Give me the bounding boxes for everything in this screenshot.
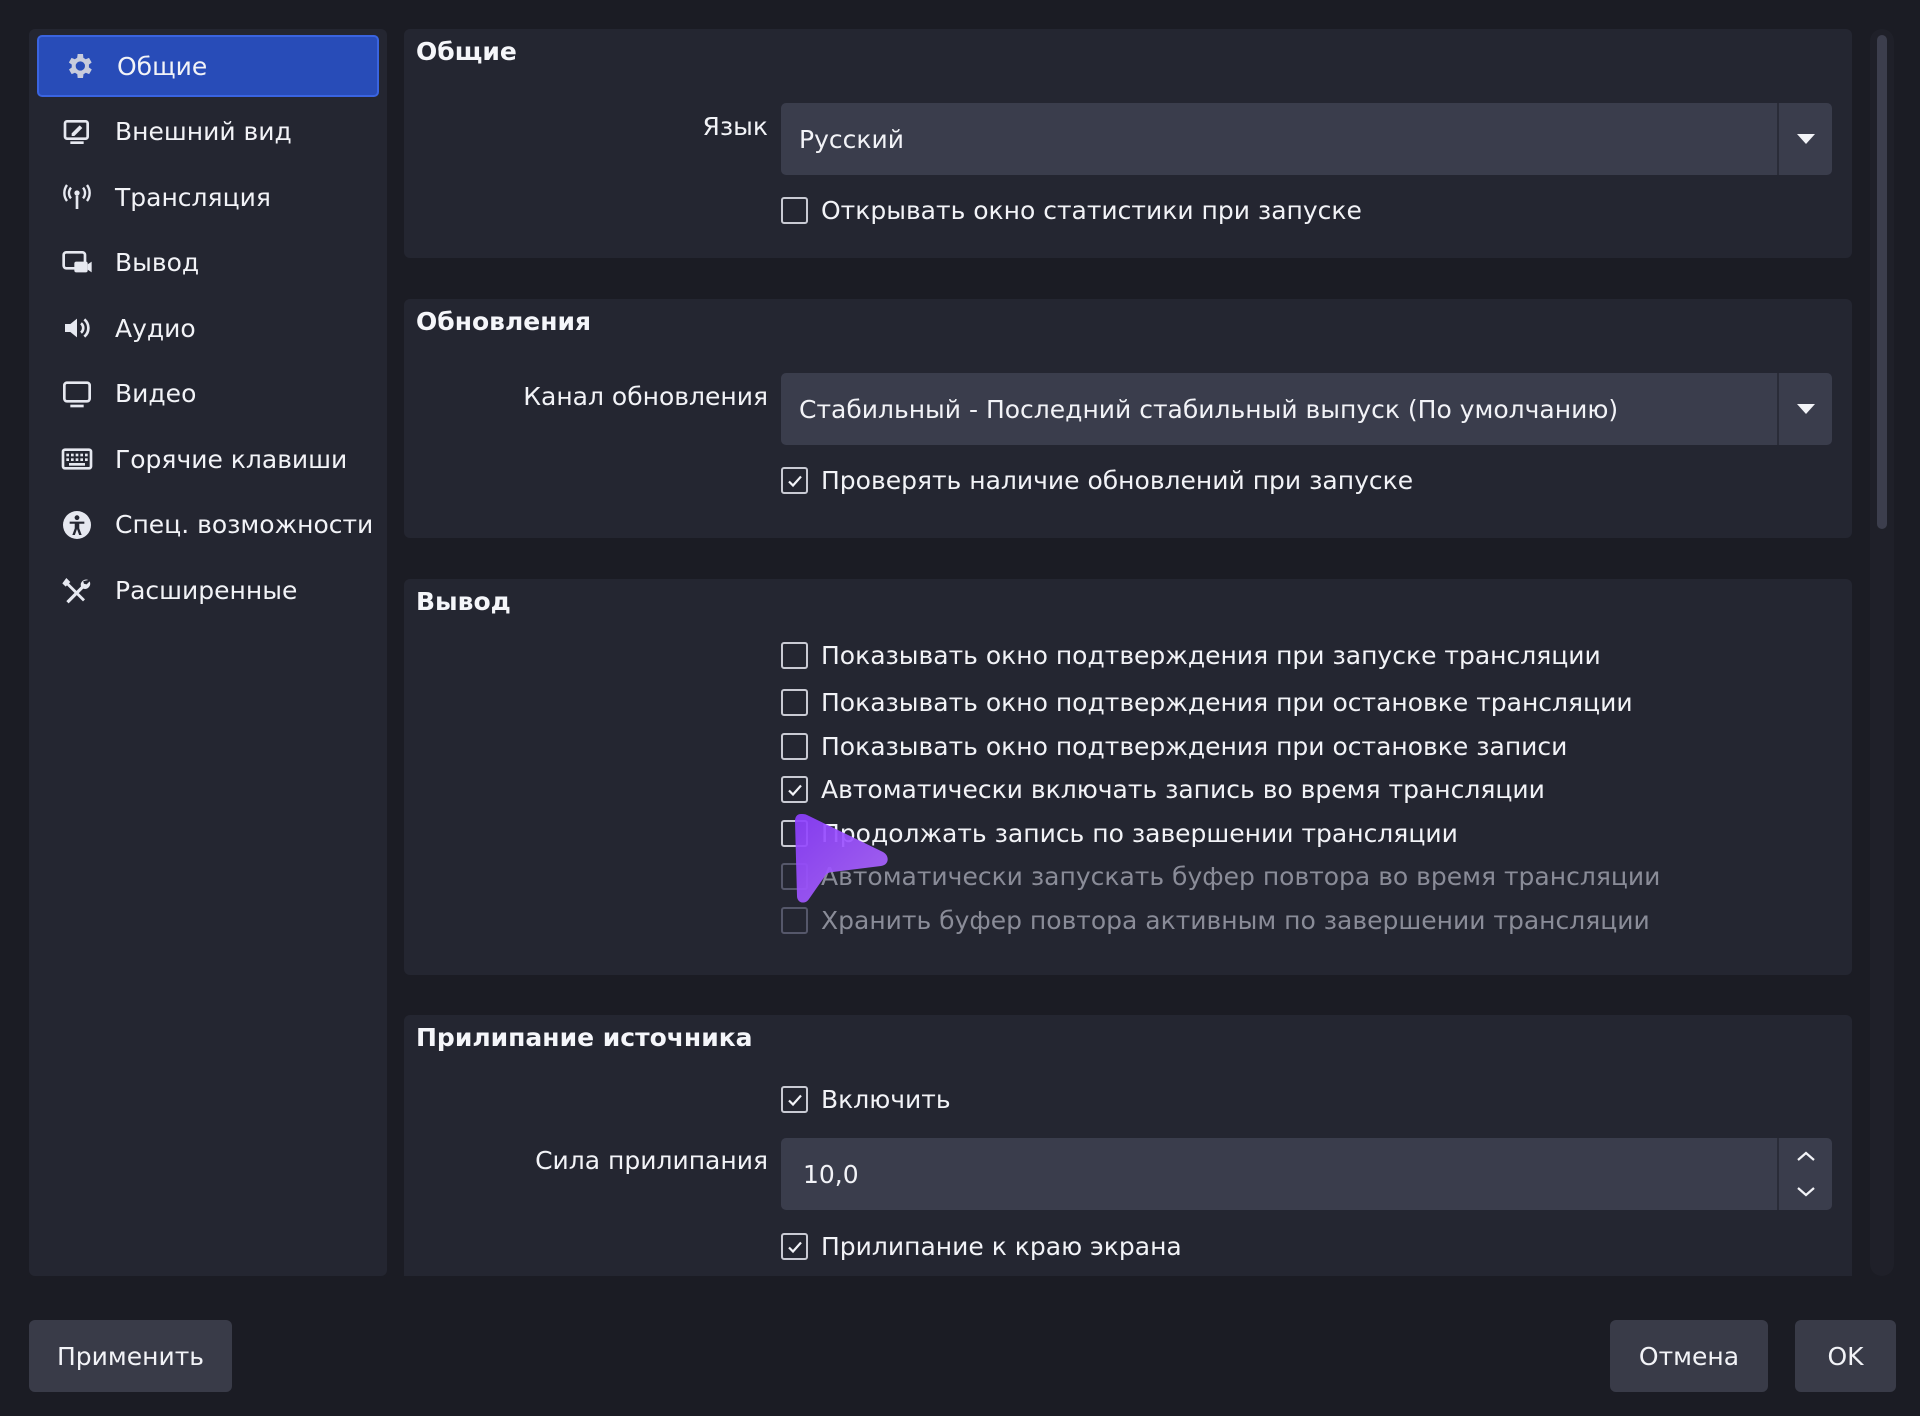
snapping-enable-option[interactable]: Включить <box>781 1085 951 1114</box>
stats-on-start-option[interactable]: Открывать окно статистики при запуске <box>781 196 1362 225</box>
option-label: Включить <box>821 1085 951 1114</box>
option-label: Прилипание к краю экрана <box>821 1232 1182 1261</box>
ok-button[interactable]: OK <box>1795 1320 1896 1392</box>
update-channel-select[interactable]: Стабильный - Последний стабильный выпуск… <box>781 373 1832 445</box>
checkbox[interactable] <box>781 733 808 760</box>
checkbox[interactable] <box>781 820 808 847</box>
sidebar-item-output[interactable]: Вывод <box>37 232 379 294</box>
sidebar-item-general[interactable]: Общие <box>37 35 379 97</box>
option-label: Открывать окно статистики при запуске <box>821 196 1362 225</box>
chevron-up-icon[interactable] <box>1779 1138 1832 1174</box>
tools-icon <box>59 572 95 608</box>
check-updates-option[interactable]: Проверять наличие обновлений при запуске <box>781 466 1413 495</box>
dropdown-arrow-icon[interactable] <box>1777 373 1832 445</box>
option-label: Автоматически включать запись во время т… <box>821 775 1545 804</box>
apply-button[interactable]: Применить <box>29 1320 232 1392</box>
sidebar-item-accessibility[interactable]: Спец. возможности <box>37 494 379 556</box>
checkbox[interactable] <box>781 1086 808 1113</box>
checkmark-icon <box>787 784 802 796</box>
section-general: Общие Язык Русский Открывать окно статис… <box>404 29 1852 258</box>
section-updates: Обновления Канал обновления Стабильный -… <box>404 299 1852 538</box>
option-label: Продолжать запись по завершении трансляц… <box>821 819 1458 848</box>
checkbox[interactable] <box>781 467 808 494</box>
appearance-icon <box>59 114 95 150</box>
language-label: Язык <box>702 112 768 141</box>
spin-buttons <box>1777 1138 1832 1210</box>
sidebar-item-label: Горячие клавиши <box>115 444 348 474</box>
sidebar-item-label: Внешний вид <box>115 117 292 146</box>
broadcast-icon <box>59 179 95 215</box>
auto-replay-buffer-option: Автоматически запускать буфер повтора во… <box>781 862 1660 891</box>
gear-icon <box>61 48 97 84</box>
section-source-snapping: Прилипание источника Включить Сила прили… <box>404 1015 1852 1276</box>
update-channel-value: Стабильный - Последний стабильный выпуск… <box>799 394 1619 424</box>
accessibility-icon <box>59 507 95 543</box>
sidebar-item-audio[interactable]: Аудио <box>37 297 379 359</box>
section-title: Вывод <box>416 587 511 616</box>
sidebar-item-label: Видео <box>115 379 197 408</box>
keep-recording-option[interactable]: Продолжать запись по завершении трансляц… <box>781 819 1458 848</box>
snap-strength-value[interactable]: 10,0 <box>781 1160 1777 1189</box>
section-title: Общие <box>416 37 517 66</box>
auto-record-option[interactable]: Автоматически включать запись во время т… <box>781 775 1545 804</box>
sidebar-item-video[interactable]: Видео <box>37 363 379 425</box>
dropdown-arrow-icon[interactable] <box>1777 103 1832 175</box>
vertical-scrollbar[interactable] <box>1870 29 1894 1276</box>
sidebar-item-label: Общие <box>117 51 208 81</box>
section-title: Прилипание источника <box>416 1023 753 1052</box>
snap-strength-label: Сила прилипания <box>535 1146 768 1175</box>
cancel-button[interactable]: Отмена <box>1610 1320 1768 1392</box>
checkbox[interactable] <box>781 689 808 716</box>
checkmark-icon <box>787 1094 802 1106</box>
sidebar-item-label: Спец. возможности <box>115 510 374 539</box>
keyboard-icon <box>59 441 95 477</box>
keep-replay-buffer-option: Хранить буфер повтора активным по заверш… <box>781 906 1650 935</box>
sidebar-item-label: Аудио <box>115 313 196 343</box>
option-label: Показывать окно подтверждения при остано… <box>821 732 1568 761</box>
language-value: Русский <box>799 124 904 154</box>
option-label: Показывать окно подтверждения при запуск… <box>821 641 1601 670</box>
section-output: Вывод Показывать окно подтверждения при … <box>404 579 1852 975</box>
checkmark-icon <box>787 1241 802 1253</box>
option-label: Автоматически запускать буфер повтора во… <box>821 862 1661 891</box>
checkbox[interactable] <box>781 642 808 669</box>
confirm-record-stop-option[interactable]: Показывать окно подтверждения при остано… <box>781 732 1567 761</box>
settings-content: Общие Язык Русский Открывать окно статис… <box>404 29 1856 1276</box>
sidebar-item-stream[interactable]: Трансляция <box>37 166 379 228</box>
sidebar-item-label: Трансляция <box>115 182 271 212</box>
sidebar-item-hotkeys[interactable]: Горячие клавиши <box>37 428 379 490</box>
speaker-icon <box>59 310 95 346</box>
confirm-stream-stop-option[interactable]: Показывать окно подтверждения при остано… <box>781 688 1633 717</box>
sidebar-item-advanced[interactable]: Расширенные <box>37 559 379 621</box>
chevron-down-icon[interactable] <box>1779 1174 1832 1210</box>
confirm-stream-start-option[interactable]: Показывать окно подтверждения при запуск… <box>781 641 1601 670</box>
sidebar-item-appearance[interactable]: Внешний вид <box>37 101 379 163</box>
option-label: Проверять наличие обновлений при запуске <box>821 466 1414 495</box>
settings-sidebar: Общие Внешний вид Трансляция Вывод Аудио… <box>29 29 387 1276</box>
sidebar-item-label: Расширенные <box>115 575 298 605</box>
checkbox[interactable] <box>781 776 808 803</box>
snap-screen-edge-option[interactable]: Прилипание к краю экрана <box>781 1232 1182 1261</box>
checkbox <box>781 863 808 890</box>
section-title: Обновления <box>416 307 592 336</box>
snap-strength-spinbox[interactable]: 10,0 <box>781 1138 1832 1210</box>
checkmark-icon <box>787 475 802 487</box>
checkbox <box>781 907 808 934</box>
update-channel-label: Канал обновления <box>523 382 768 411</box>
sidebar-item-label: Вывод <box>115 248 200 277</box>
option-label: Хранить буфер повтора активным по заверш… <box>821 906 1650 935</box>
language-select[interactable]: Русский <box>781 103 1832 175</box>
option-label: Показывать окно подтверждения при остано… <box>821 688 1633 717</box>
output-icon <box>59 245 95 281</box>
checkbox[interactable] <box>781 197 808 224</box>
monitor-icon <box>59 376 95 412</box>
checkbox[interactable] <box>781 1233 808 1260</box>
scrollbar-thumb[interactable] <box>1877 35 1887 529</box>
